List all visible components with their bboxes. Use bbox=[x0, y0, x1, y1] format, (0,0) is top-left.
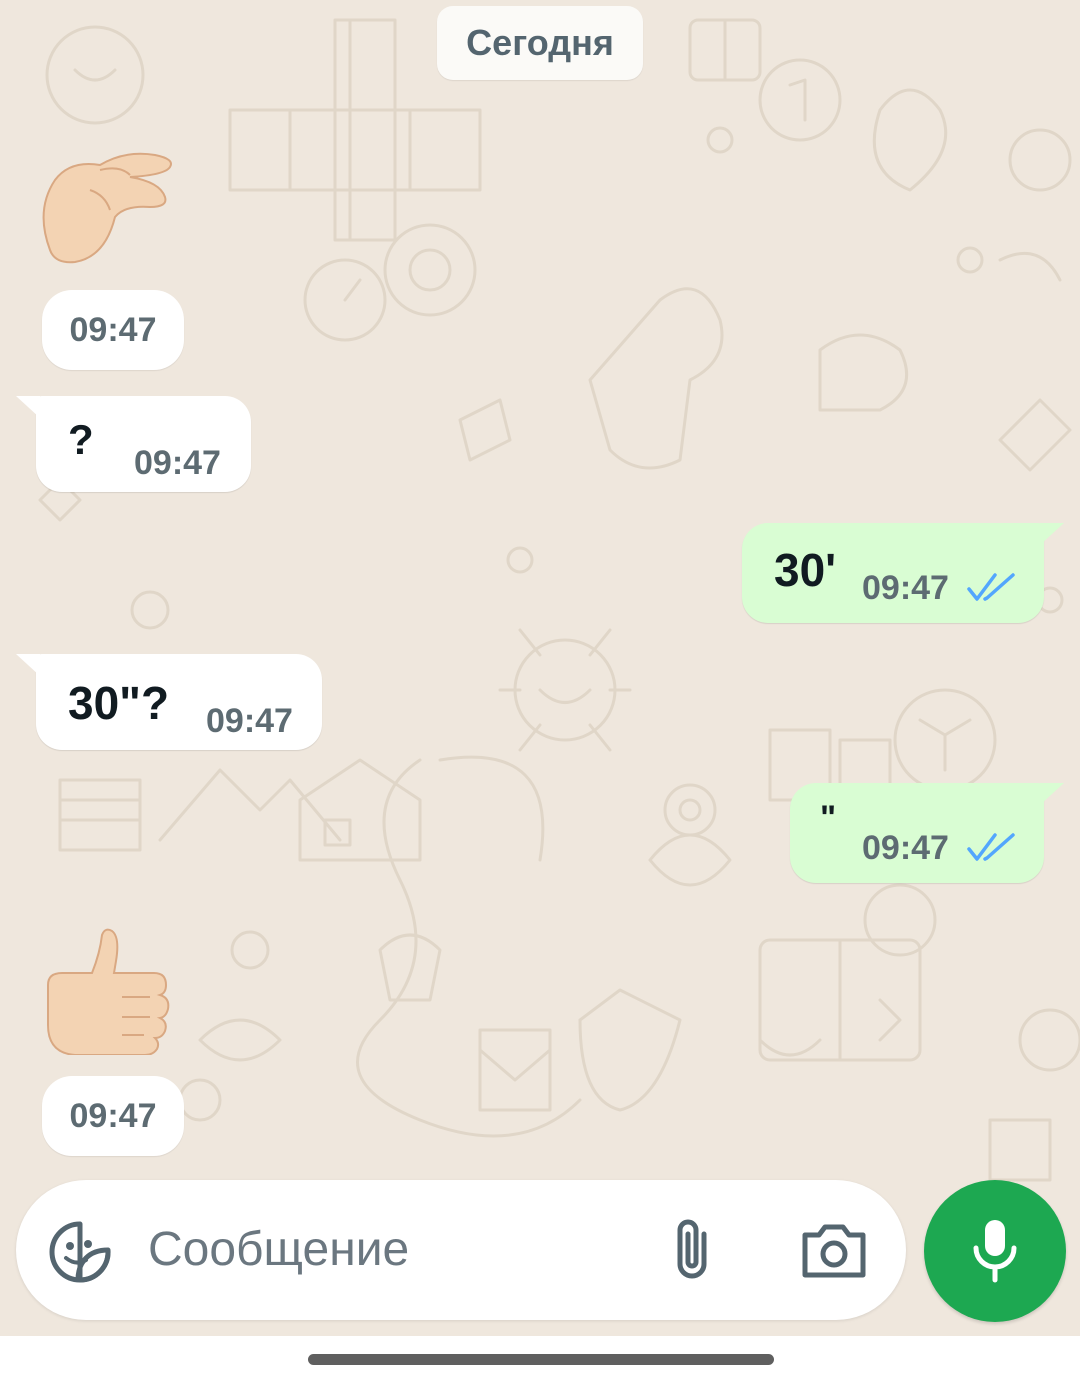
thumbs-up-icon bbox=[47, 928, 170, 1056]
camera-icon bbox=[802, 1224, 866, 1278]
date-separator: Сегодня bbox=[437, 6, 643, 80]
attach-button[interactable] bbox=[660, 1210, 724, 1290]
message-composer[interactable]: Сообщение bbox=[16, 1180, 906, 1320]
message-time: 09:47 bbox=[862, 569, 949, 607]
message-input[interactable]: Сообщение bbox=[148, 1222, 409, 1277]
system-navigation-bar bbox=[0, 1336, 1080, 1384]
message-text: 30"? bbox=[68, 677, 170, 729]
emoji-message[interactable] bbox=[30, 150, 180, 280]
pinching-hand-icon bbox=[42, 152, 172, 264]
bubble-tail bbox=[1040, 783, 1064, 805]
message-text: 30' bbox=[774, 544, 837, 596]
sticker-icon bbox=[49, 1221, 111, 1283]
message-time: 09:47 bbox=[42, 1076, 184, 1156]
incoming-message-bubble[interactable]: ? 09:47 bbox=[16, 396, 251, 492]
microphone-icon bbox=[973, 1220, 1017, 1283]
camera-button[interactable] bbox=[798, 1214, 870, 1286]
bubble-tail bbox=[1040, 523, 1064, 545]
message-time: 09:47 bbox=[206, 702, 293, 740]
outgoing-message-bubble[interactable]: " 09:47 bbox=[790, 783, 1064, 883]
message-time: 09:47 bbox=[134, 444, 221, 482]
message-time: 09:47 bbox=[862, 829, 949, 867]
bubble-tail bbox=[16, 654, 40, 676]
home-indicator[interactable] bbox=[308, 1354, 774, 1365]
emoji-message[interactable] bbox=[40, 925, 170, 1056]
message-text: " bbox=[820, 799, 837, 837]
read-receipt-icon bbox=[967, 833, 1015, 861]
message-text: ? bbox=[68, 416, 94, 463]
incoming-message-bubble[interactable]: 30"? 09:47 bbox=[16, 654, 322, 750]
outgoing-message-bubble[interactable]: 30' 09:47 bbox=[742, 523, 1064, 623]
bubble-tail bbox=[16, 396, 40, 418]
read-receipt-icon bbox=[967, 573, 1015, 601]
paperclip-icon bbox=[677, 1219, 707, 1279]
sticker-button[interactable] bbox=[46, 1218, 114, 1286]
message-time: 09:47 bbox=[42, 290, 184, 370]
voice-record-button[interactable] bbox=[924, 1180, 1066, 1322]
